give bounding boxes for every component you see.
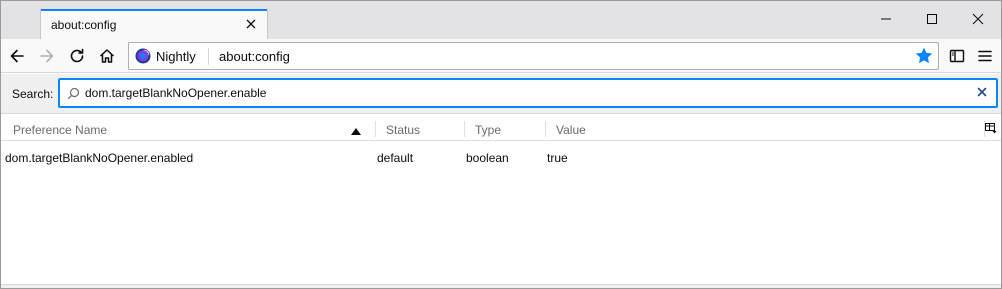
reload-button[interactable]: [64, 43, 90, 69]
hamburger-menu-icon: [978, 50, 992, 62]
column-picker-icon[interactable]: [985, 122, 997, 137]
column-header-preference-name[interactable]: Preference Name: [13, 117, 107, 141]
table-row[interactable]: dom.targetBlankNoOpener.enabled default …: [1, 145, 1001, 169]
search-icon: [67, 87, 80, 103]
menu-button[interactable]: [972, 43, 998, 69]
window-bottom-edge: [1, 284, 1001, 288]
tab-strip: about:config: [1, 1, 1001, 39]
browser-window: about:config Nightly about:config Search…: [0, 0, 1002, 289]
tab-close-icon[interactable]: [243, 16, 259, 32]
column-header-row: Preference Name Status Type Value: [1, 117, 1001, 141]
home-button[interactable]: [94, 43, 120, 69]
search-input[interactable]: [85, 84, 965, 102]
column-divider[interactable]: [545, 121, 546, 137]
column-header-type[interactable]: Type: [475, 117, 501, 141]
maximize-icon[interactable]: [909, 1, 955, 37]
navigation-toolbar: Nightly about:config: [1, 39, 1001, 73]
back-button[interactable]: [4, 43, 30, 69]
url-separator: [208, 48, 209, 65]
nightly-logo-icon: [135, 48, 151, 64]
clear-search-icon[interactable]: [976, 86, 988, 101]
sidebar-icon: [949, 49, 965, 63]
minimize-icon[interactable]: [863, 1, 909, 37]
sort-ascending-icon: [351, 125, 361, 139]
forward-arrow-icon: [40, 49, 54, 63]
column-header-value[interactable]: Value: [556, 117, 586, 141]
url-text[interactable]: about:config: [219, 49, 290, 64]
cell-preference-name: dom.targetBlankNoOpener.enabled: [5, 151, 194, 165]
forward-button[interactable]: [34, 43, 60, 69]
home-icon: [99, 49, 115, 63]
column-header-status[interactable]: Status: [386, 117, 420, 141]
identity-label: Nightly: [156, 48, 196, 64]
tab-title: about:config: [51, 18, 117, 32]
search-field[interactable]: [58, 78, 998, 108]
column-divider[interactable]: [375, 121, 376, 137]
sidebar-button[interactable]: [944, 43, 970, 69]
url-bar[interactable]: Nightly about:config: [128, 42, 939, 70]
reload-icon: [70, 48, 84, 63]
cell-type: boolean: [466, 151, 509, 165]
back-arrow-icon: [10, 49, 24, 63]
column-divider[interactable]: [464, 121, 465, 137]
search-row: Search:: [1, 74, 1001, 114]
close-icon[interactable]: [955, 1, 1001, 37]
search-label: Search:: [12, 87, 54, 101]
identity-box[interactable]: Nightly: [135, 48, 196, 64]
bookmark-star-icon[interactable]: [915, 47, 933, 68]
cell-value: true: [547, 151, 568, 165]
cell-status: default: [377, 151, 414, 165]
tab-about-config[interactable]: about:config: [41, 9, 267, 39]
